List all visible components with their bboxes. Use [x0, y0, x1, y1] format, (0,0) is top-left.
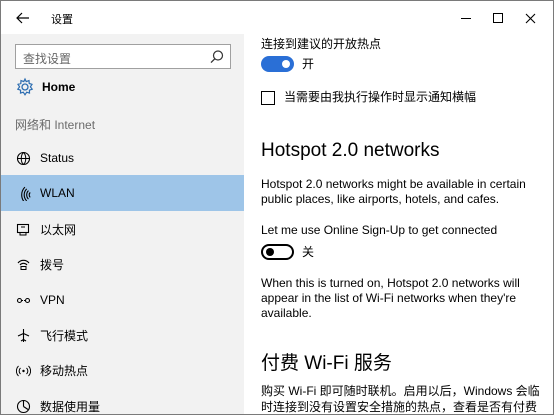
sidebar-item-label: Status [40, 151, 75, 165]
notify-row: 当需要由我执行操作时显示通知横幅 [261, 90, 476, 105]
sidebar-item-status[interactable]: Status [1, 140, 244, 176]
sidebar-item-label: 数据使用量 [40, 399, 101, 414]
search-icon[interactable] [208, 48, 226, 66]
sidebar: 查找设置 Home 网络和 Internet Status WLAN 以太网 拨… [1, 34, 244, 414]
minimize-button[interactable] [449, 5, 483, 31]
online-signup-row: 关 [261, 244, 314, 260]
hotspot-desc-line2: public places, like airports, hotels, an… [261, 192, 500, 206]
vpn-icon [15, 292, 31, 308]
paid-wifi-heading: 付费 Wi-Fi 服务 [261, 353, 392, 374]
when-on-line1: When this is turned on, Hotspot 2.0 netw… [261, 276, 520, 290]
toggle-knob [282, 60, 290, 68]
sidebar-item-label: WLAN [40, 186, 75, 200]
sidebar-item-hotspot[interactable]: 移动热点 [1, 352, 244, 388]
section-label: 网络和 Internet [15, 118, 96, 132]
globe-icon [15, 150, 31, 166]
online-signup-toggle[interactable] [261, 244, 294, 260]
minimize-icon [461, 17, 471, 19]
search-placeholder: 查找设置 [23, 52, 72, 66]
when-on-line3: available. [261, 306, 312, 320]
sidebar-item-dialup[interactable]: 拨号 [1, 246, 244, 282]
settings-window: 设置 查找设置 Home 网络和 Internet Status WLAN 以太… [0, 0, 554, 415]
sidebar-item-wlan[interactable]: WLAN [1, 175, 244, 211]
notify-checkbox-label: 当需要由我执行操作时显示通知横幅 [284, 90, 477, 104]
toggle-state-text: 开 [302, 56, 315, 71]
maximize-icon [493, 13, 503, 23]
hotspot-heading: Hotspot 2.0 networks [261, 140, 440, 161]
dialup-icon [15, 256, 31, 272]
connect-suggested-row: 开 [261, 56, 314, 72]
paid-desc-line1: 购买 Wi-Fi 即可随时联机。启用以后，Windows 会临 [261, 384, 540, 398]
notify-checkbox[interactable] [261, 90, 275, 105]
sidebar-item-label: 飞行模式 [40, 328, 89, 343]
sidebar-item-label: 以太网 [40, 222, 77, 237]
close-button[interactable] [513, 5, 547, 31]
toggle-state-text: 关 [302, 244, 315, 259]
arrow-left-icon [16, 12, 29, 24]
sidebar-item-ethernet[interactable]: 以太网 [1, 211, 244, 247]
toggle-knob [266, 248, 274, 256]
sidebar-item-label: VPN [40, 293, 65, 307]
home-label: Home [42, 80, 76, 94]
wifi-icon [15, 185, 31, 201]
data-usage-icon [15, 398, 31, 414]
gear-icon [15, 77, 35, 97]
hotspot-icon [15, 362, 31, 378]
content-scrollbar[interactable] [549, 34, 553, 414]
sidebar-item-label: 拨号 [40, 257, 65, 272]
back-button[interactable] [11, 7, 35, 29]
sidebar-item-airplane[interactable]: 飞行模式 [1, 317, 244, 353]
title-bar: 设置 [1, 1, 553, 34]
hotspot-desc-line1: Hotspot 2.0 networks might be available … [261, 177, 526, 191]
maximize-button[interactable] [481, 5, 515, 31]
sidebar-item-vpn[interactable]: VPN [1, 282, 244, 318]
paid-desc-line2: 时连接到没有设置安全措施的热点，查看是否有付费 [261, 400, 538, 414]
online-signup-label: Let me use Online Sign-Up to get connect… [261, 223, 498, 237]
main-content: 连接到建议的开放热点 开 当需要由我执行操作时显示通知横幅 Hotspot 2.… [244, 34, 553, 414]
sidebar-item-data-usage[interactable]: 数据使用量 [1, 388, 244, 414]
search-input[interactable]: 查找设置 [15, 44, 231, 69]
connect-suggested-label: 连接到建议的开放热点 [261, 37, 382, 51]
connect-suggested-toggle[interactable] [261, 56, 294, 72]
ethernet-icon [15, 221, 31, 237]
when-on-line2: appear in the list of Wi-Fi networks whe… [261, 291, 517, 305]
home-link[interactable]: Home [15, 74, 235, 100]
close-icon [525, 13, 535, 23]
window-title: 设置 [51, 14, 73, 26]
sidebar-item-label: 移动热点 [40, 363, 89, 378]
airplane-icon [15, 327, 31, 343]
